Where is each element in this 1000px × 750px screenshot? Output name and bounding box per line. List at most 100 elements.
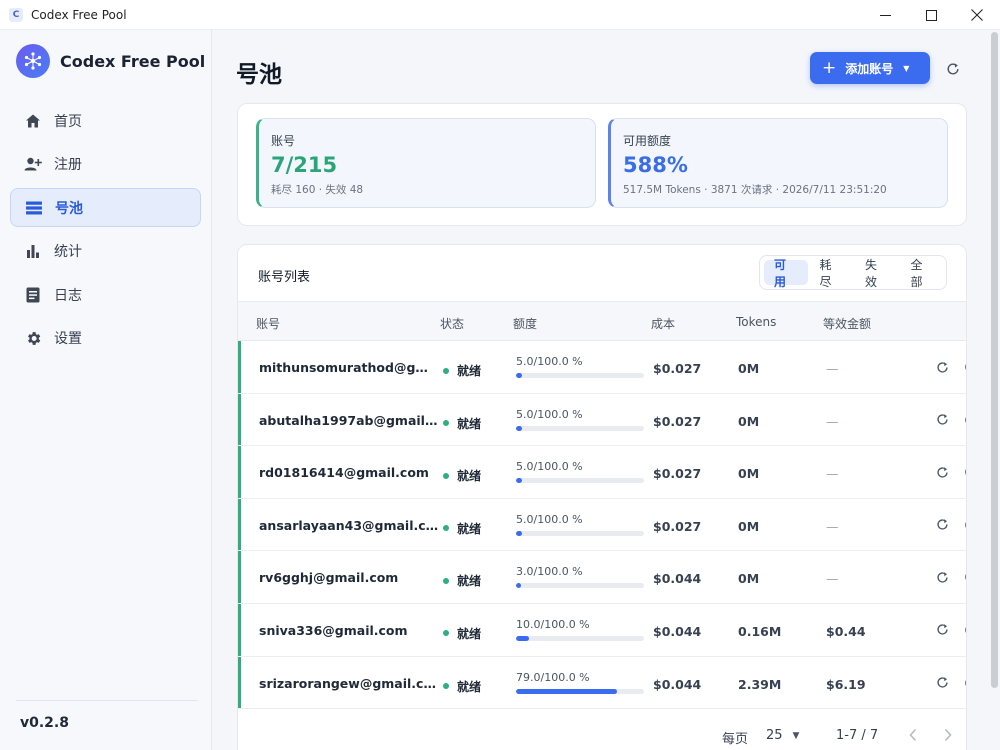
- row-refresh-button[interactable]: [934, 517, 950, 533]
- status-dot-icon: [443, 525, 449, 532]
- quota-bar: [516, 425, 644, 431]
- stat-value: 7/215: [271, 153, 338, 177]
- cost-value: $0.027: [653, 361, 702, 376]
- partial-action-icon: [965, 679, 966, 686]
- equiv-amount-value: —: [826, 361, 839, 376]
- status-dot-icon: [443, 367, 449, 374]
- filter-tabs: 可用 耗尽 失效 全部: [759, 255, 947, 290]
- quota-stat: 可用额度 588% 517.5M Tokens · 3871 次请求 · 202…: [608, 118, 948, 208]
- sidebar-item-register[interactable]: 注册: [10, 145, 201, 184]
- sidebar-item-label: 首页: [54, 113, 82, 130]
- person-add-icon: [24, 155, 42, 173]
- table-row[interactable]: rv6gghj@gmail.com 就绪 3.0/100.0 % $0.044 …: [238, 551, 966, 604]
- row-more-button[interactable]: [965, 359, 966, 375]
- quota-text: 5.0/100.0 %: [516, 355, 583, 368]
- quota-bar-fill: [516, 583, 522, 589]
- sidebar-item-label: 注册: [54, 157, 82, 174]
- filter-available[interactable]: 可用: [764, 258, 808, 289]
- filter-all[interactable]: 全部: [901, 258, 945, 289]
- sidebar-item-label: 统计: [54, 244, 82, 261]
- prev-page-button[interactable]: [908, 727, 922, 743]
- filter-invalid[interactable]: 失效: [855, 258, 899, 289]
- row-refresh-button[interactable]: [934, 569, 950, 585]
- per-page-select[interactable]: 25 ▼: [766, 728, 799, 743]
- add-account-label: 添加账号: [845, 61, 894, 76]
- table-body: mithunsomurathod@gm... 就绪 5.0/100.0 % $0…: [238, 341, 966, 710]
- quota-cell: 10.0/100.0 %: [516, 618, 644, 641]
- row-refresh-button[interactable]: [934, 464, 950, 480]
- tokens-value: 0M: [738, 518, 760, 534]
- cost-value: $0.027: [653, 466, 702, 482]
- app-version: v0.2.8: [20, 715, 69, 731]
- refresh-button[interactable]: [943, 59, 963, 79]
- table-row[interactable]: sniva336@gmail.com 就绪 10.0/100.0 % $0.04…: [238, 603, 966, 657]
- quota-text: 5.0/100.0 %: [516, 512, 583, 526]
- account-email: sniva336@gmail.com: [259, 622, 408, 638]
- refresh-icon: [936, 624, 948, 636]
- status-dot-icon: [443, 472, 449, 479]
- row-more-button[interactable]: [965, 517, 966, 533]
- row-refresh-button[interactable]: [934, 675, 950, 691]
- refresh-icon: [936, 519, 948, 530]
- column-tokens: Tokens: [736, 315, 777, 329]
- row-refresh-button[interactable]: [934, 622, 950, 638]
- minimize-button[interactable]: [862, 0, 908, 30]
- row-more-button[interactable]: [965, 569, 966, 585]
- filter-exhausted[interactable]: 耗尽: [810, 258, 854, 289]
- sidebar-item-logs[interactable]: 日志: [10, 275, 201, 314]
- document-icon: [24, 286, 42, 304]
- close-icon: [971, 9, 983, 21]
- pagination: 每页 25 ▼ 1-7 / 7: [238, 708, 966, 750]
- table-row[interactable]: abutalha1997ab@gmail.... 就绪 5.0/100.0 % …: [238, 393, 966, 447]
- table-row[interactable]: ansarlayaan43@gmail.c... 就绪 5.0/100.0 % …: [238, 498, 966, 552]
- tokens-value: 0M: [738, 571, 760, 587]
- row-more-button[interactable]: [965, 675, 966, 691]
- quota-cell: 79.0/100.0 %: [516, 671, 644, 694]
- sidebar-item-stats[interactable]: 统计: [10, 232, 201, 271]
- page-title: 号池: [236, 62, 282, 88]
- gear-icon: [24, 329, 42, 347]
- stat-label: 可用额度: [623, 134, 672, 148]
- quota-bar: [516, 373, 644, 378]
- row-more-button[interactable]: [965, 412, 966, 428]
- close-button[interactable]: [954, 0, 1000, 30]
- table-row[interactable]: mithunsomurathod@gm... 就绪 5.0/100.0 % $0…: [238, 341, 966, 394]
- cost-value: $0.044: [653, 676, 702, 692]
- maximize-button[interactable]: [908, 0, 954, 30]
- sidebar: Codex Free Pool 首页 注册 号池 统计 日志 设置 v0.2.8: [0, 30, 212, 750]
- refresh-icon: [936, 414, 948, 425]
- row-refresh-button[interactable]: [934, 412, 950, 428]
- tokens-value: 0M: [738, 413, 760, 429]
- maximize-icon: [925, 9, 937, 21]
- column-quota: 额度: [513, 317, 538, 331]
- sidebar-nav: 首页 注册 号池 统计 日志 设置: [10, 101, 201, 363]
- add-account-button[interactable]: + 添加账号 ▼: [810, 52, 930, 84]
- equiv-amount-value: —: [826, 571, 839, 587]
- table-row[interactable]: srizarorangew@gmail.com 就绪 79.0/100.0 % …: [238, 656, 966, 710]
- status-text: 就绪: [457, 679, 482, 694]
- next-page-button[interactable]: [943, 727, 957, 743]
- partial-action-icon: [965, 364, 966, 370]
- table-row[interactable]: rd01816414@gmail.com 就绪 5.0/100.0 % $0.0…: [238, 446, 966, 499]
- refresh-icon: [936, 677, 948, 688]
- status-badge: 就绪: [443, 362, 481, 379]
- partial-action-icon: [965, 574, 966, 581]
- partial-action-icon: [965, 627, 966, 633]
- row-refresh-button[interactable]: [934, 359, 950, 375]
- row-more-button[interactable]: [965, 464, 966, 480]
- account-email: srizarorangew@gmail.com: [259, 675, 439, 691]
- sidebar-item-pool[interactable]: 号池: [10, 188, 201, 228]
- sidebar-item-settings[interactable]: 设置: [10, 319, 201, 358]
- status-badge: 就绪: [443, 625, 481, 642]
- bar-chart-icon: [24, 242, 42, 260]
- quota-text: 5.0/100.0 %: [516, 407, 583, 421]
- list-icon: [25, 199, 43, 217]
- window-scrollbar[interactable]: [991, 32, 998, 688]
- partial-action-icon: [965, 416, 966, 423]
- sidebar-item-label: 设置: [54, 331, 82, 348]
- home-icon: [24, 112, 42, 130]
- quota-text: 79.0/100.0 %: [516, 670, 590, 684]
- quota-bar-fill: [516, 688, 618, 694]
- sidebar-item-home[interactable]: 首页: [10, 101, 201, 140]
- row-more-button[interactable]: [965, 622, 966, 638]
